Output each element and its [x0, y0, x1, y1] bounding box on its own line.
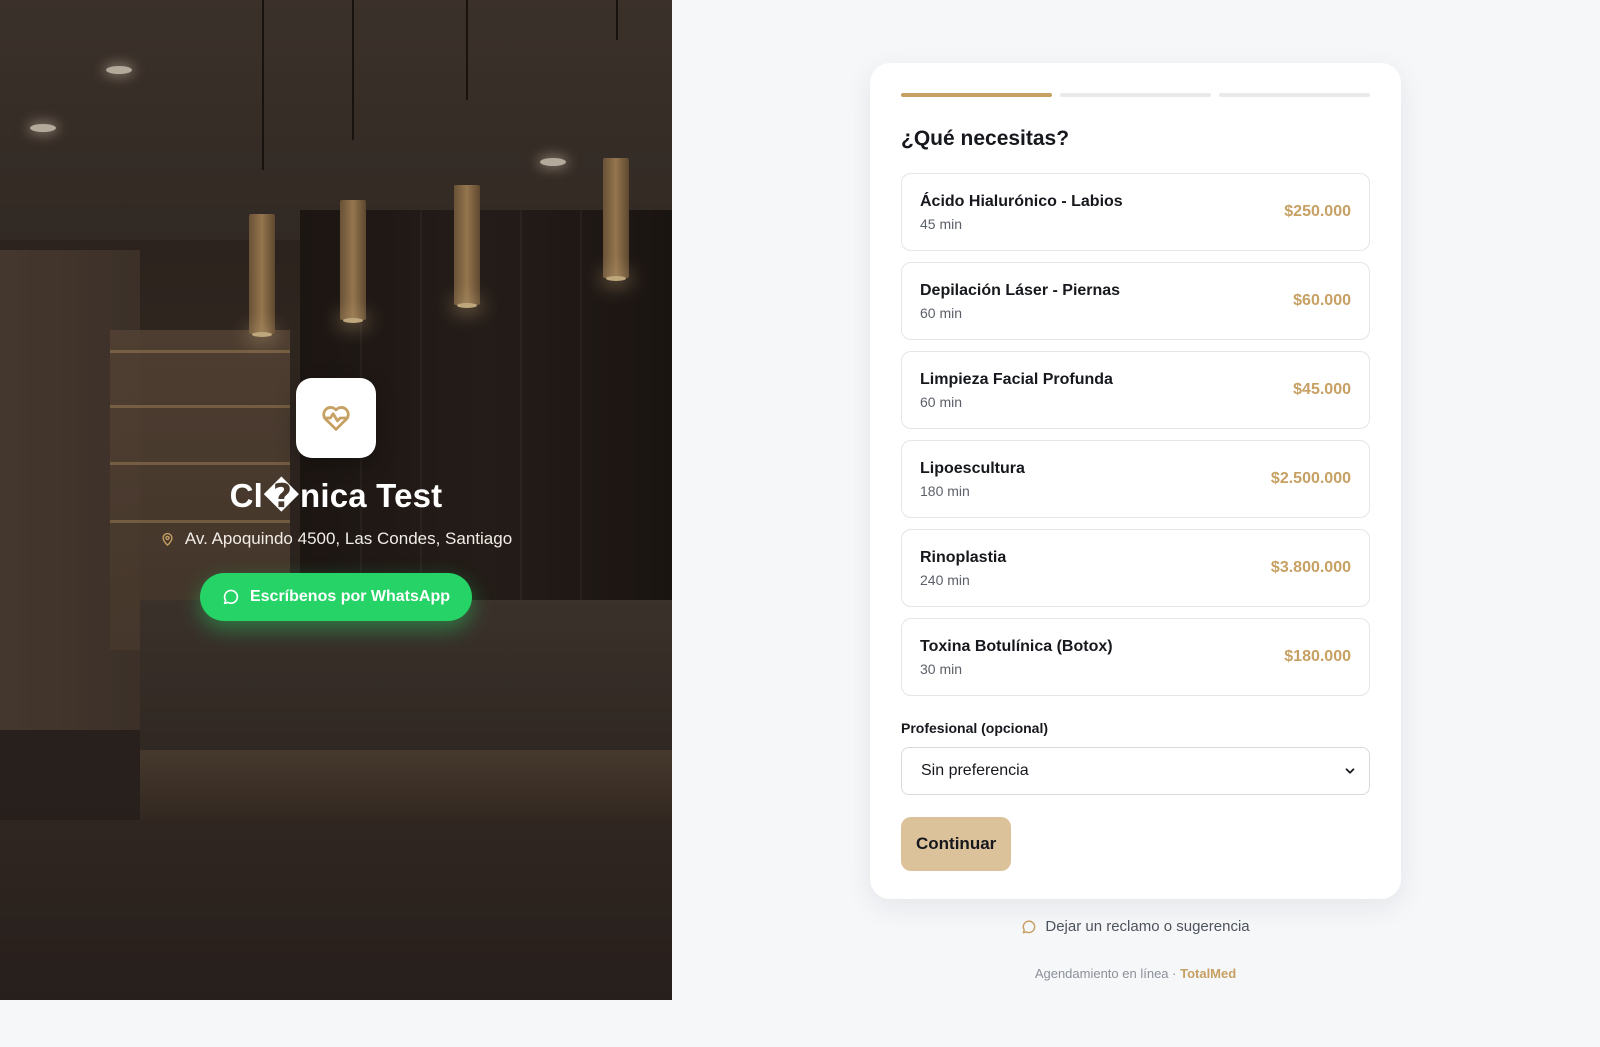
service-duration: 60 min: [920, 304, 963, 321]
service-info: Toxina Botulínica (Botox) 30 min: [920, 638, 1113, 677]
feedback-link-label: Dejar un reclamo o sugerencia: [1045, 918, 1250, 935]
chevron-down-icon: [1345, 768, 1355, 774]
service-duration: 240 min: [920, 571, 970, 588]
service-info: Limpieza Facial Profunda 60 min: [920, 371, 1113, 410]
whatsapp-button-label: Escríbenos por WhatsApp: [249, 588, 451, 605]
service-option[interactable]: Depilación Láser - Piernas 60 min $60.00…: [901, 262, 1370, 340]
service-option[interactable]: Toxina Botulínica (Botox) 30 min $180.00…: [901, 618, 1370, 696]
clinic-logo: [296, 378, 376, 458]
feedback-link[interactable]: Dejar un reclamo o sugerencia: [870, 918, 1401, 935]
whatsapp-button[interactable]: Escríbenos por WhatsApp: [199, 573, 473, 621]
service-price: $2.500.000: [1270, 470, 1351, 487]
progress-step-3: [1219, 93, 1370, 97]
clinic-address: Av. Apoquindo 4500, Las Condes, Santiago: [160, 529, 512, 549]
service-price: $180.000: [1284, 648, 1351, 665]
booking-card: ¿Qué necesitas? Ácido Hialurónico - Labi…: [870, 63, 1401, 899]
service-option[interactable]: Ácido Hialurónico - Labios 45 min $250.0…: [901, 173, 1370, 251]
service-price: $60.000: [1293, 292, 1351, 309]
service-option[interactable]: Rinoplastia 240 min $3.800.000: [901, 529, 1370, 607]
chat-bubble-icon: [223, 589, 239, 605]
hero-panel: Cl�nica Test Av. Apoquindo 4500, Las Con…: [0, 0, 672, 1000]
clinic-name: Cl�nica Test: [229, 477, 443, 514]
service-list: Ácido Hialurónico - Labios 45 min $250.0…: [901, 173, 1370, 696]
service-price: $250.000: [1284, 203, 1351, 220]
clinic-brand: Cl�nica Test Av. Apoquindo 4500, Las Con…: [0, 378, 672, 621]
footer: Agendamiento en línea · TotalMed: [870, 966, 1401, 981]
progress-step-2: [1060, 93, 1211, 97]
service-price: $3.800.000: [1270, 559, 1351, 576]
progress-step-1: [901, 93, 1052, 97]
service-duration: 45 min: [920, 215, 963, 232]
service-price: $45.000: [1293, 381, 1351, 398]
service-info: Lipoescultura 180 min: [920, 460, 1025, 499]
service-option[interactable]: Limpieza Facial Profunda 60 min $45.000: [901, 351, 1370, 429]
professional-label: Profesional (opcional): [901, 720, 1049, 736]
service-info: Ácido Hialurónico - Labios 45 min: [920, 193, 1123, 232]
service-name: Limpieza Facial Profunda: [920, 370, 1113, 388]
service-name: Ácido Hialurónico - Labios: [920, 192, 1123, 210]
service-name: Depilación Láser - Piernas: [920, 281, 1121, 299]
service-duration: 180 min: [920, 482, 970, 499]
chat-bubble-icon: [1022, 919, 1036, 933]
footer-text: Agendamiento en línea ·: [1034, 966, 1181, 981]
service-option[interactable]: Lipoescultura 180 min $2.500.000: [901, 440, 1370, 518]
heart-pulse-icon: [322, 406, 350, 431]
footer-brand-link[interactable]: TotalMed: [1180, 966, 1236, 981]
step-progress: [901, 93, 1370, 97]
booking-title: ¿Qué necesitas?: [901, 127, 1070, 150]
professional-select[interactable]: Sin preferencia: [901, 747, 1370, 795]
clinic-address-text: Av. Apoquindo 4500, Las Condes, Santiago: [184, 529, 513, 548]
service-name: Lipoescultura: [920, 459, 1025, 477]
map-pin-icon: [162, 532, 173, 546]
service-duration: 60 min: [920, 393, 963, 410]
service-name: Toxina Botulínica (Botox): [920, 637, 1113, 655]
continue-button[interactable]: Continuar: [901, 817, 1012, 871]
service-info: Depilación Láser - Piernas 60 min: [920, 282, 1120, 321]
professional-select-value: Sin preferencia: [921, 762, 1029, 779]
service-name: Rinoplastia: [920, 548, 1007, 566]
service-info: Rinoplastia 240 min: [920, 549, 1006, 588]
service-duration: 30 min: [920, 660, 963, 677]
